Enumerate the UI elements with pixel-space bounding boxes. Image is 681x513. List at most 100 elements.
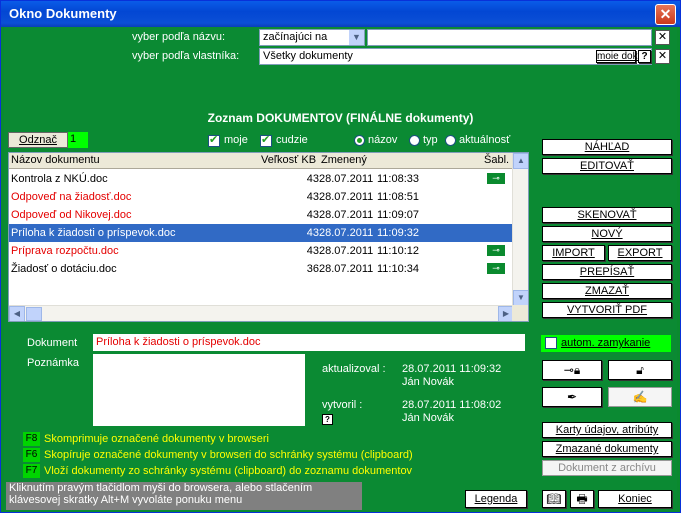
window-title: Okno Dokumenty [9,6,117,21]
doc-name: Odpoveď na žiadosť.doc [11,191,132,203]
document-list[interactable]: Názov dokumentu Veľkosť KB Zmenený Šabl.… [8,152,529,322]
sort-type-radio[interactable] [409,135,420,146]
scroll-thumb[interactable] [26,307,42,321]
close-button[interactable]: Koniec [598,490,672,508]
chevron-down-icon: ▼ [349,30,364,45]
vertical-scrollbar[interactable]: ▲ ▼ [512,153,528,306]
col-template-header[interactable]: Šabl. [484,154,509,166]
mine-checkbox[interactable] [208,133,220,147]
preview-button[interactable]: NÁHĽAD [542,139,672,155]
doc-name: Príloha k žiadosti o príspevok.doc [11,227,176,239]
scroll-left-icon[interactable]: ◀ [9,306,25,321]
doc-time: 11:08:51 [377,191,420,203]
sign-button[interactable]: ✒ [542,387,602,407]
data-cards-button[interactable]: Karty údajov, atribúty [542,422,672,438]
table-row[interactable]: Odpoveď na žiadosť.doc 43 28.07.2011 11:… [9,188,514,206]
main-panel: vyber podľa názvu: začínajúci na ▼ ✕ vyb… [4,27,677,511]
doc-size: 43 [306,209,319,221]
clear-owner-filter-button[interactable]: ✕ [655,49,670,64]
table-row[interactable]: Príprava rozpočtu.doc 43 28.07.2011 11:1… [9,242,514,260]
col-modified-header[interactable]: Zmenený [321,154,367,166]
help-button[interactable]: ? [638,50,651,63]
f8-key-badge: F8 [23,432,40,446]
export-button[interactable]: EXPORT [608,245,672,261]
list-heading: Zoznam DOKUMENTOV (FINÁLNE dokumenty) [207,111,474,125]
horizontal-scrollbar[interactable]: ◀ ▶ [9,305,514,321]
deleted-docs-button[interactable]: Zmazané dokumenty [542,441,672,457]
col-name-header[interactable]: Názov dokumentu [11,154,100,166]
key-icon: ⊸ [487,245,505,256]
others-checkbox[interactable] [260,133,272,147]
doc-time: 11:08:33 [377,173,420,185]
sort-recency-label: aktuálnosť [459,134,511,146]
f6-shortcut-text: Skopíruje označené dokumenty v browseri … [44,449,413,461]
name-mode-value: začínajúci na [263,31,328,43]
book-button[interactable]: 📖︎ [542,490,566,508]
book-icon: 📖︎ [546,492,562,506]
legend-button[interactable]: Legenda [465,490,527,508]
name-filter-input[interactable] [367,29,652,46]
document-name-field[interactable]: Príloha k žiadosti o príspevok.doc [93,334,525,351]
unmark-button[interactable]: Odznač [8,132,68,148]
doc-size: 43 [306,191,319,203]
sort-name-label: názov [368,134,398,146]
my-docs-button[interactable]: moie dok. [596,50,640,63]
pen-icon: ✒ [566,390,578,404]
info-icon[interactable]: ? [322,414,333,425]
scroll-corner [512,305,528,321]
key-icon: ⊸ [487,263,505,274]
doc-time: 11:09:32 [377,227,420,239]
name-mode-select[interactable]: začínajúci na ▼ [259,29,365,46]
edit-button[interactable]: EDITOVAŤ [542,158,672,174]
new-button[interactable]: NOVÝ [542,226,672,242]
doc-time: 11:10:34 [377,263,420,275]
signature-button: ✍ [608,387,672,407]
selected-count: 1 [68,132,88,148]
scroll-down-icon[interactable]: ▼ [513,290,528,306]
key-icon: ⊸ [487,173,505,184]
clear-name-filter-button[interactable]: ✕ [655,30,670,45]
doc-size: 43 [306,245,319,257]
lock-key-icon: ⊸🔒︎ [563,363,581,377]
window-close-button[interactable]: ✕ [655,4,676,25]
scan-button[interactable]: SKENOVAŤ [542,207,672,223]
table-row-selected[interactable]: Príloha k žiadosti o príspevok.doc 43 28… [9,224,514,242]
table-row[interactable]: Odpoveď od Nikovej.doc 43 28.07.2011 11:… [9,206,514,224]
auto-lock-checkbox[interactable] [545,337,557,349]
title-bar[interactable]: Okno Dokumenty ✕ [1,1,680,27]
col-size-header[interactable]: Veľkosť KB [261,154,316,166]
doc-size: 43 [306,173,319,185]
f7-key-badge: F7 [23,464,40,478]
scroll-up-icon[interactable]: ▲ [513,153,528,169]
updated-date: 28.07.2011 11:09:32 [402,363,502,375]
import-button[interactable]: IMPORT [542,245,605,261]
owner-filter-field[interactable]: Všetky dokumenty [259,48,652,65]
auto-lock-toggle[interactable]: autom. zamykanie [541,335,671,352]
updated-by: Ján Novák [402,376,454,388]
doc-name: Odpoveď od Nikovej.doc [11,209,132,221]
doc-size: 36 [306,263,319,275]
doc-name: Žiadosť o dotáciu.doc [11,263,117,275]
lock-key-button[interactable]: ⊸🔒︎ [542,360,602,380]
doc-date: 28.07.2011 [319,209,374,221]
signature-icon: ✍ [632,390,648,404]
table-row[interactable]: Žiadosť o dotáciu.doc 36 28.07.2011 11:1… [9,260,514,278]
overwrite-button[interactable]: PREPÍSAŤ [542,264,672,280]
documents-window: Okno Dokumenty ✕ vyber podľa názvu: začí… [0,0,681,513]
doc-name: Príprava rozpočtu.doc [11,245,119,257]
unlock-icon: 🔓︎ [636,363,644,377]
print-button[interactable]: 🖶 [570,490,594,508]
create-pdf-button[interactable]: VYTVORIŤ PDF [542,302,672,318]
sort-type-label: typ [423,134,438,146]
f6-key-badge: F6 [23,448,40,462]
filter-by-owner-label: vyber podľa vlastníka: [132,50,240,62]
created-label: vytvoril : [322,399,363,411]
sort-recency-radio[interactable] [445,135,456,146]
delete-button[interactable]: ZMAZAŤ [542,283,672,299]
updated-label: aktualizoval : [322,363,386,375]
sort-name-radio[interactable] [354,135,365,146]
table-row[interactable]: Kontrola z NKÚ.doc 43 28.07.2011 11:08:3… [9,170,514,188]
unlock-button[interactable]: 🔓︎ [608,360,672,380]
note-textarea[interactable] [93,354,305,426]
doc-date: 28.07.2011 [319,191,374,203]
